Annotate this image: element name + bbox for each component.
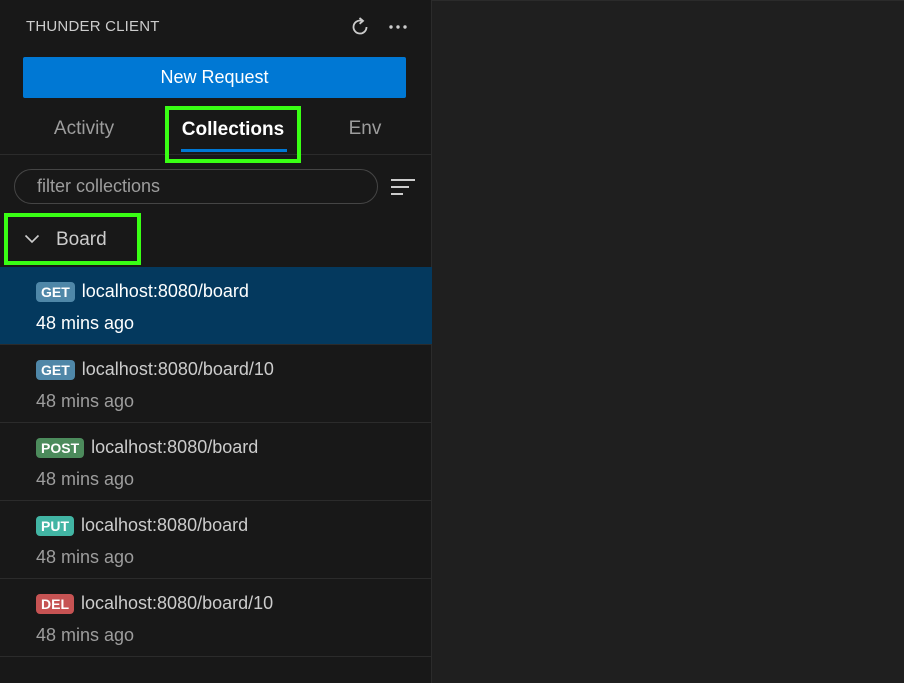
tab-collections-label: Collections (181, 118, 285, 140)
request-time: 48 mins ago (36, 469, 135, 489)
request-url: localhost:8080/board (81, 515, 249, 535)
sort-icon[interactable] (390, 175, 416, 199)
tab-collections[interactable]: Collections (165, 106, 301, 163)
request-url: localhost:8080/board/10 (81, 593, 274, 613)
tab-env[interactable]: Env (330, 104, 400, 154)
collection-name: Board (56, 229, 107, 250)
request-item[interactable]: GET localhost:8080/board/10 48 mins ago (0, 345, 432, 423)
tab-bar: Activity Collections Env (0, 104, 432, 163)
collection-folder-board[interactable]: Board (4, 213, 141, 265)
request-time: 48 mins ago (36, 313, 135, 333)
filter-collections-input[interactable] (14, 169, 378, 204)
thunder-client-sidebar: THUNDER CLIENT New Request Activity Coll… (0, 0, 432, 683)
request-time: 48 mins ago (36, 547, 135, 567)
request-item[interactable]: GET localhost:8080/board 48 mins ago (0, 267, 432, 345)
method-badge: POST (36, 437, 85, 458)
request-item[interactable]: DEL localhost:8080/board/10 48 mins ago (0, 579, 432, 657)
request-item[interactable]: PUT localhost:8080/board 48 mins ago (0, 501, 432, 579)
request-list: GET localhost:8080/board 48 mins ago GET… (0, 267, 432, 657)
refresh-icon[interactable] (348, 14, 372, 40)
filter-row (14, 169, 420, 206)
app-window: THUNDER CLIENT New Request Activity Coll… (0, 0, 904, 683)
sidebar-header: THUNDER CLIENT (0, 0, 432, 56)
sidebar-title: THUNDER CLIENT (26, 18, 160, 35)
request-time: 48 mins ago (36, 625, 135, 645)
request-item[interactable]: POST localhost:8080/board 48 mins ago (0, 423, 432, 501)
request-url: localhost:8080/board/10 (81, 359, 274, 379)
active-tab-indicator (181, 149, 287, 152)
ellipsis-icon[interactable] (386, 14, 410, 40)
method-badge: PUT (36, 515, 74, 536)
method-badge: DEL (36, 593, 74, 614)
method-badge: GET (36, 281, 75, 302)
chevron-down-icon (24, 234, 40, 244)
new-request-button[interactable]: New Request (23, 57, 406, 98)
header-actions (348, 14, 410, 40)
request-url: localhost:8080/board (91, 437, 259, 457)
request-time: 48 mins ago (36, 391, 135, 411)
tab-activity[interactable]: Activity (34, 104, 134, 154)
method-badge: GET (36, 359, 75, 380)
editor-area (432, 0, 904, 683)
request-url: localhost:8080/board (81, 281, 249, 301)
